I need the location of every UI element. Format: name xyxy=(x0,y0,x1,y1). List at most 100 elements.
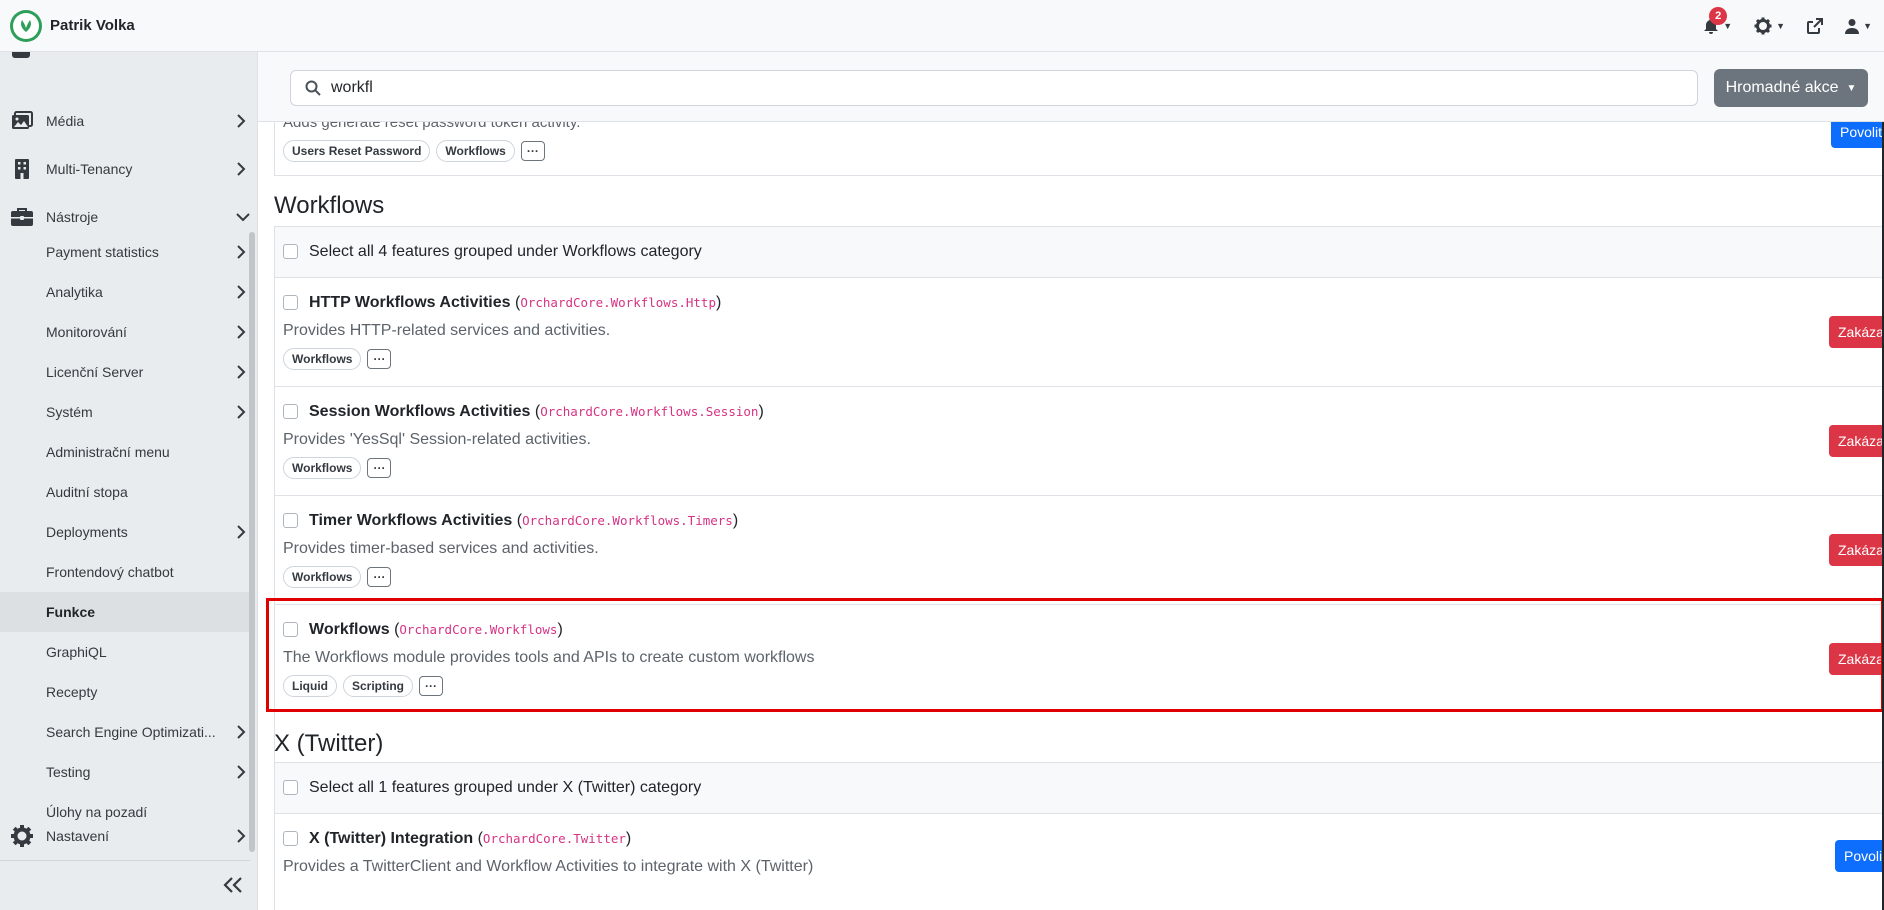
feature-title: Timer Workflows Activities (OrchardCore.… xyxy=(309,512,739,529)
more-tags-button[interactable]: ··· xyxy=(419,676,444,696)
feature-title: Workflows (OrchardCore.Workflows) xyxy=(309,621,563,638)
sidebar-item-media[interactable]: Média xyxy=(0,99,258,143)
sidebar-subitem-analytics[interactable]: Analytika xyxy=(0,272,250,312)
sidebar-subitem-system[interactable]: Systém xyxy=(0,392,250,432)
sidebar-subitem-frontend-chatbot[interactable]: Frontendový chatbot xyxy=(0,552,250,592)
feature-title: HTTP Workflows Activities (OrchardCore.W… xyxy=(309,294,722,311)
feature-id: OrchardCore.Twitter xyxy=(482,831,626,846)
sidebar-item-multi-tenancy[interactable]: Multi-Tenancy xyxy=(0,147,258,191)
sidebar-subitem-admin-menu[interactable]: Administrační menu xyxy=(0,432,250,472)
bulk-actions-button[interactable]: Hromadné akce ▼ xyxy=(1714,69,1868,107)
sidebar-subitem-monitoring[interactable]: Monitorování xyxy=(0,312,250,352)
feature-description: Provides timer-based services and activi… xyxy=(283,540,599,557)
sidebar-scroll-thumb[interactable] xyxy=(249,232,255,852)
chevron-right-icon xyxy=(237,245,246,259)
tag[interactable]: Workflows xyxy=(283,348,362,370)
chevron-right-icon xyxy=(237,114,246,128)
tag[interactable]: Workflows xyxy=(283,457,362,479)
feature-checkbox[interactable] xyxy=(283,295,298,310)
feature-name: HTTP Workflows Activities xyxy=(309,294,511,311)
main-content: Adds generate reset password token activ… xyxy=(258,52,1884,910)
section-heading-workflows: Workflows xyxy=(274,192,385,219)
feature-checkbox[interactable] xyxy=(283,622,298,637)
feature-checkbox[interactable] xyxy=(283,404,298,419)
group-select-all-row: Select all 4 features grouped under Work… xyxy=(275,227,1883,278)
feature-row: Session Workflows Activities (OrchardCor… xyxy=(275,387,1884,496)
sidebar-item-label: GraphiQL xyxy=(46,644,107,660)
feature-tags: Liquid Scripting ··· xyxy=(283,675,444,697)
feature-id: OrchardCore.Workflows.Timers xyxy=(522,513,733,528)
sidebar-subitem-graphiql[interactable]: GraphiQL xyxy=(0,632,250,672)
feature-checkbox[interactable] xyxy=(283,513,298,528)
logo-icon xyxy=(10,9,42,42)
sidebar-item-label: Multi-Tenancy xyxy=(46,161,133,177)
chevron-right-icon xyxy=(237,365,246,379)
user-icon xyxy=(1845,19,1860,34)
brand[interactable]: Patrik Volka xyxy=(10,9,135,42)
search-bar: Hromadné akce ▼ xyxy=(258,52,1884,122)
chevron-down-icon: ▼ xyxy=(1846,82,1857,94)
feature-checkbox[interactable] xyxy=(283,831,298,846)
more-tags-button[interactable]: ··· xyxy=(520,141,545,161)
chevron-right-icon xyxy=(237,525,246,539)
sidebar-subitem-testing[interactable]: Testing xyxy=(0,752,250,792)
sidebar-subitem-seo[interactable]: Search Engine Optimizati... xyxy=(0,712,250,752)
tag[interactable]: Workflows xyxy=(283,566,362,588)
sidebar-item-label: Recepty xyxy=(46,684,98,700)
sidebar-scrollbar[interactable] xyxy=(248,52,256,858)
feature-row: X (Twitter) Integration (OrchardCore.Twi… xyxy=(275,814,1884,904)
tag[interactable]: Scripting xyxy=(343,675,414,697)
notifications-button[interactable]: 2 ▼ xyxy=(1703,7,1732,35)
sidebar-item-partial-icon xyxy=(12,52,30,58)
sidebar-item-settings[interactable]: Nastavení xyxy=(0,814,258,858)
sidebar-item-label: Payment statistics xyxy=(46,244,159,260)
select-all-checkbox[interactable] xyxy=(283,244,298,259)
feature-row: Workflows (OrchardCore.Workflows) The Wo… xyxy=(275,605,1884,715)
sidebar-subitem-payment-statistics[interactable]: Payment statistics xyxy=(0,232,250,272)
search-input[interactable] xyxy=(331,79,1631,97)
sidebar-subitem-audit-trail[interactable]: Auditní stopa xyxy=(0,472,250,512)
select-all-label: Select all 4 features grouped under Work… xyxy=(309,243,702,260)
sidebar-item-label: Administrační menu xyxy=(46,444,170,460)
sidebar-item-label: Nastavení xyxy=(46,828,110,844)
feature-id: OrchardCore.Workflows.Session xyxy=(540,404,759,419)
sidebar-subitem-recipes[interactable]: Recepty xyxy=(0,672,250,712)
section-heading-twitter: X (Twitter) xyxy=(274,730,384,757)
sidebar-item-label: Testing xyxy=(46,764,91,780)
tag[interactable]: Liquid xyxy=(283,675,337,697)
feature-title: Session Workflows Activities (OrchardCor… xyxy=(309,403,764,420)
cog-icon xyxy=(11,825,33,847)
more-tags-button[interactable]: ··· xyxy=(367,349,392,369)
user-menu-button[interactable]: ▼ xyxy=(1845,18,1872,34)
disable-button[interactable]: Zakázat xyxy=(1829,534,1884,566)
feature-description: Provides a TwitterClient and Workflow Ac… xyxy=(283,858,814,875)
search-box[interactable] xyxy=(290,70,1698,106)
theme-button[interactable]: ▼ xyxy=(1754,17,1785,35)
more-tags-button[interactable]: ··· xyxy=(367,458,392,478)
sidebar-item-label: Deployments xyxy=(46,524,128,540)
feature-description: Provides HTTP-related services and activ… xyxy=(283,322,611,339)
tag[interactable]: Workflows xyxy=(436,140,515,162)
chevron-right-icon xyxy=(237,325,246,339)
feature-description: Provides 'YesSql' Session-related activi… xyxy=(283,431,591,448)
sidebar-subitem-license-server[interactable]: Licenční Server xyxy=(0,352,250,392)
sidebar-subitem-deployments[interactable]: Deployments xyxy=(0,512,250,552)
disable-button[interactable]: Zakázat xyxy=(1829,316,1884,348)
enable-button[interactable]: Povolit xyxy=(1835,840,1884,872)
sidebar-item-label: Licenční Server xyxy=(46,364,144,380)
feature-tags: Users Reset Password Workflows ··· xyxy=(283,140,545,162)
feature-id: OrchardCore.Workflows xyxy=(399,622,558,637)
disable-button[interactable]: Zakázat xyxy=(1829,643,1884,675)
visit-site-button[interactable] xyxy=(1807,18,1824,34)
more-tags-button[interactable]: ··· xyxy=(367,567,392,587)
tag[interactable]: Users Reset Password xyxy=(283,140,431,162)
sidebar-item-label: Funkce xyxy=(46,604,96,620)
feature-description: The Workflows module provides tools and … xyxy=(283,649,815,666)
chevron-right-icon xyxy=(237,162,246,176)
double-chevron-left-icon[interactable] xyxy=(222,876,244,894)
select-all-checkbox[interactable] xyxy=(283,780,298,795)
sidebar-item-label: Systém xyxy=(46,404,93,420)
sidebar-subitem-features[interactable]: Funkce xyxy=(0,592,250,632)
disable-button[interactable]: Zakázat xyxy=(1829,425,1884,457)
chevron-down-icon: ▼ xyxy=(1863,21,1872,31)
